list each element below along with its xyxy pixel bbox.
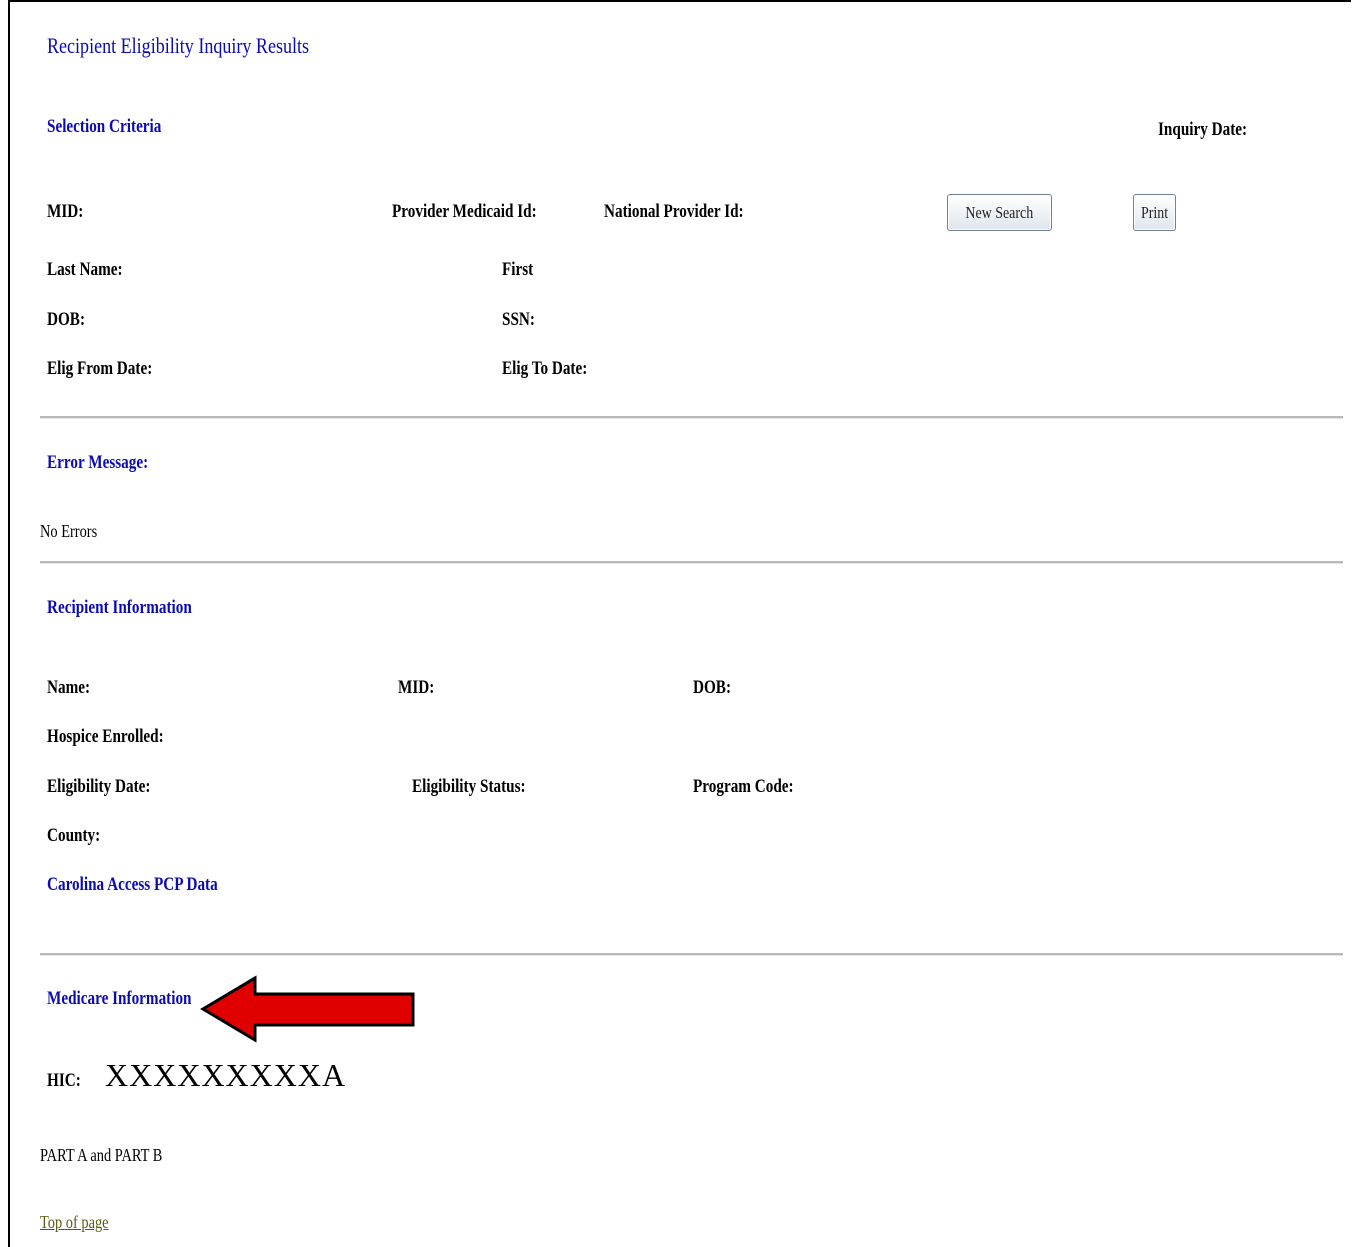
recipient-dob-label: DOB: [693, 677, 731, 698]
criteria-mid-label: MID: [47, 201, 84, 222]
recipient-information-heading: Recipient Information [47, 597, 192, 618]
divider [40, 416, 1343, 419]
carolina-access-pcp-data-heading: Carolina Access PCP Data [47, 874, 218, 895]
national-provider-id-label: National Provider Id: [604, 201, 744, 222]
top-of-page-link[interactable]: Top of page [40, 1212, 109, 1233]
medicare-parts-text: PART A and PART B [40, 1145, 163, 1165]
red-arrow-icon [200, 975, 415, 1043]
ssn-label: SSN: [502, 309, 535, 330]
hic-label: HIC: [47, 1070, 81, 1091]
print-button[interactable]: Print [1133, 194, 1176, 231]
program-code-label: Program Code: [693, 776, 794, 797]
error-message-heading: Error Message: [47, 452, 149, 473]
eligibility-status-label: Eligibility Status: [412, 776, 526, 797]
selection-criteria-heading: Selection Criteria [47, 116, 162, 137]
elig-from-date-label: Elig From Date: [47, 358, 153, 379]
page-title: Recipient Eligibility Inquiry Results [47, 33, 310, 58]
new-search-button[interactable]: New Search [947, 194, 1052, 231]
first-name-label: First [502, 259, 534, 280]
divider [40, 953, 1343, 956]
hospice-enrolled-label: Hospice Enrolled: [47, 726, 164, 747]
divider [40, 561, 1343, 564]
eligibility-date-label: Eligibility Date: [47, 776, 151, 797]
recipient-mid-label: MID: [398, 677, 435, 698]
criteria-dob-label: DOB: [47, 309, 85, 330]
recipient-name-label: Name: [47, 677, 91, 698]
elig-to-date-label: Elig To Date: [502, 358, 588, 379]
inquiry-date-label: Inquiry Date: [1158, 119, 1248, 140]
error-message-text: No Errors [40, 521, 98, 541]
medicare-information-heading: Medicare Information [47, 988, 192, 1009]
provider-medicaid-id-label: Provider Medicaid Id: [392, 201, 537, 222]
last-name-label: Last Name: [47, 259, 123, 280]
hic-value: XXXXXXXXXA [105, 1057, 347, 1093]
county-label: County: [47, 825, 101, 846]
